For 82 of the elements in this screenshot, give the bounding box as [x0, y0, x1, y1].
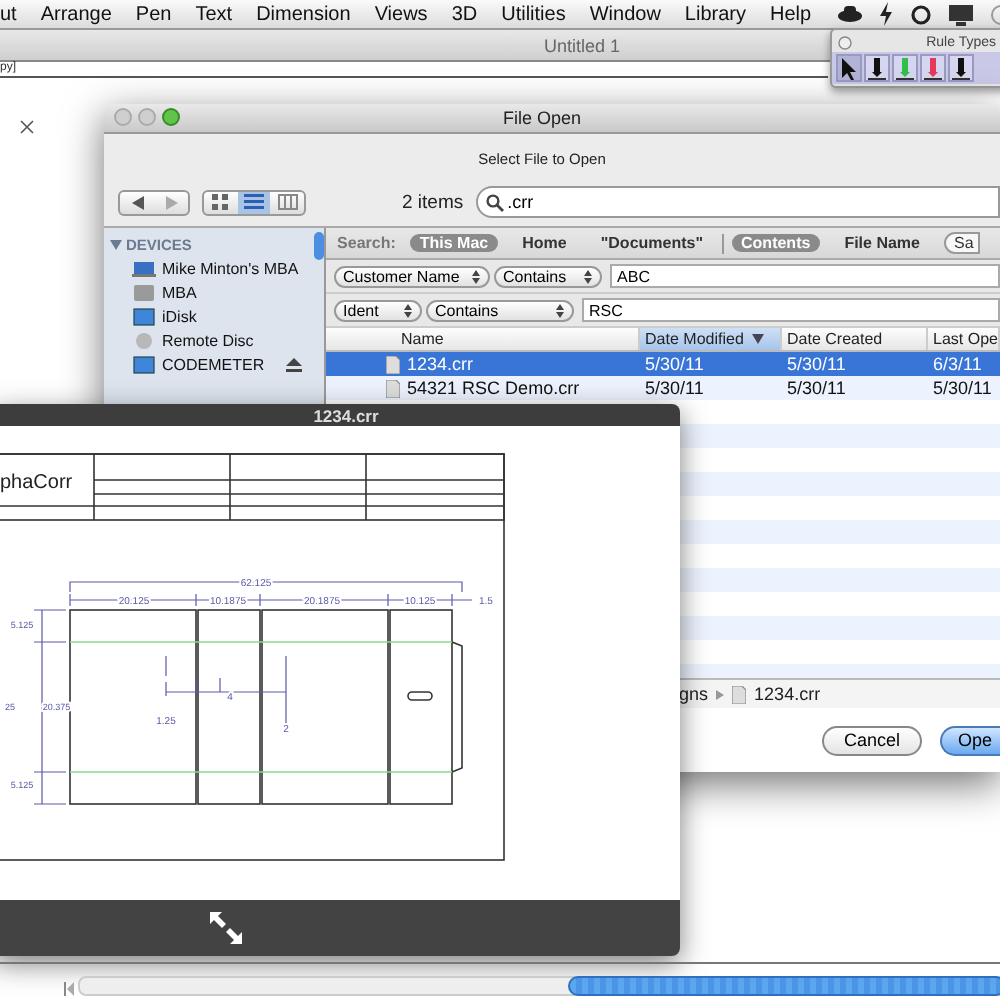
menu-item[interactable]: ut	[0, 3, 17, 25]
table-cell-text: 5/30/11	[643, 378, 706, 398]
item-count: 2 items	[402, 191, 464, 213]
close-icon[interactable]	[838, 35, 852, 49]
document-icon	[732, 685, 747, 703]
scope-button[interactable]: Home	[512, 234, 577, 252]
table-cell-text: 5/30/11	[931, 378, 994, 398]
company-name: phaCorr	[0, 472, 73, 494]
scroll-left-icon[interactable]	[64, 982, 74, 996]
file-name: 54321 RSC Demo.crr	[407, 378, 580, 398]
cross-icon	[20, 120, 34, 134]
usb-icon	[132, 355, 156, 373]
menu-item[interactable]: Library	[684, 3, 746, 25]
table-cell-text: 5/30/11	[643, 354, 706, 374]
sidebar-item[interactable]: iDisk	[104, 304, 324, 328]
search-icon	[485, 193, 504, 211]
tool-button[interactable]	[920, 54, 946, 82]
scrollbar-thumb[interactable]	[568, 976, 1000, 996]
eject-icon[interactable]	[285, 357, 302, 371]
tool-button[interactable]	[948, 54, 974, 82]
column-header[interactable]: Last Ope	[927, 328, 1000, 350]
scope-button[interactable]: "Documents"	[590, 234, 714, 252]
tool-button[interactable]	[864, 54, 890, 82]
open-button[interactable]: Ope	[939, 725, 1000, 755]
criteria-field[interactable]: ABC	[609, 264, 1000, 288]
hat-icon[interactable]	[837, 4, 862, 24]
back-icon[interactable]	[131, 195, 143, 209]
file-row[interactable]: 1234.crr 5/30/11 5/30/11 6/3/11	[325, 352, 1000, 376]
file-name: 1234.crr	[407, 354, 474, 374]
view-mode-button[interactable]	[237, 191, 271, 213]
menu-item[interactable]: Pen	[135, 3, 172, 25]
window-title: Untitled 1	[542, 35, 621, 55]
path-item[interactable]: gns	[679, 684, 709, 704]
sort-icon	[751, 334, 764, 344]
disclosure-triangle-icon[interactable]	[110, 240, 122, 250]
stepper-arrows-icon	[583, 269, 592, 283]
chevron-icon	[716, 689, 725, 699]
scrollbar-thumb[interactable]	[313, 232, 324, 260]
operator-popup[interactable]: Contains	[425, 299, 574, 321]
stepper-arrows-icon	[403, 303, 412, 317]
attribute-popup[interactable]: Customer Name	[333, 265, 490, 287]
criteria-field[interactable]: RSC	[581, 298, 1000, 322]
table-cell-text: 5/30/11	[785, 354, 848, 374]
menu-item[interactable]: Help	[770, 3, 812, 25]
search-field[interactable]: .crr	[475, 186, 1000, 218]
table-cell-text: 6/3/11	[931, 354, 984, 374]
disc-icon	[132, 331, 156, 349]
column-header[interactable]: Date Created	[781, 328, 928, 350]
menu-item[interactable]: 3D	[451, 3, 478, 25]
menu-item[interactable]: Text	[195, 3, 233, 25]
menu-item[interactable]: Window	[589, 3, 661, 25]
operator-popup[interactable]: Contains	[493, 265, 602, 287]
tool-button[interactable]	[836, 54, 862, 82]
sidebar-item[interactable]: Mike Minton's MBA	[104, 256, 324, 280]
idisk-icon	[132, 307, 156, 325]
dialog-title: File Open	[502, 108, 582, 128]
stepper-arrows-icon	[471, 269, 480, 283]
back-forward-control[interactable]	[118, 189, 190, 215]
drive-icon	[132, 283, 156, 301]
menu-item[interactable]: Utilities	[501, 3, 566, 25]
sidebar-item[interactable]: CODEMETER	[104, 352, 324, 376]
stepper-arrows-icon	[555, 303, 564, 317]
menu-item[interactable]: Views	[374, 3, 428, 25]
path-item[interactable]: 1234.crr	[754, 684, 821, 704]
scope-label: Search:	[337, 234, 396, 252]
sidebar-item[interactable]: Remote Disc	[104, 328, 324, 352]
table-cell-text: 5/30/11	[785, 378, 848, 398]
attribute-popup[interactable]: Ident	[333, 299, 422, 321]
tool-button[interactable]	[892, 54, 918, 82]
sidebar-item[interactable]: MBA	[104, 280, 324, 304]
scope-button[interactable]: File Name	[834, 234, 930, 252]
column-header[interactable]: Date Modified	[639, 328, 782, 350]
laptop-icon	[132, 259, 156, 277]
display-icon[interactable]	[947, 3, 974, 25]
menu-item[interactable]: Arrange	[40, 3, 112, 25]
fullscreen-icon[interactable]	[208, 910, 244, 946]
save-button[interactable]: Sa	[943, 232, 980, 254]
zoom-button[interactable]	[162, 108, 180, 126]
cancel-button[interactable]: Cancel	[821, 725, 922, 755]
file-row[interactable]: 54321 RSC Demo.crr 5/30/11 5/30/11 5/30/11	[325, 376, 1000, 400]
bolt-icon[interactable]	[877, 2, 894, 26]
menu-item[interactable]: Dimension	[256, 3, 351, 25]
